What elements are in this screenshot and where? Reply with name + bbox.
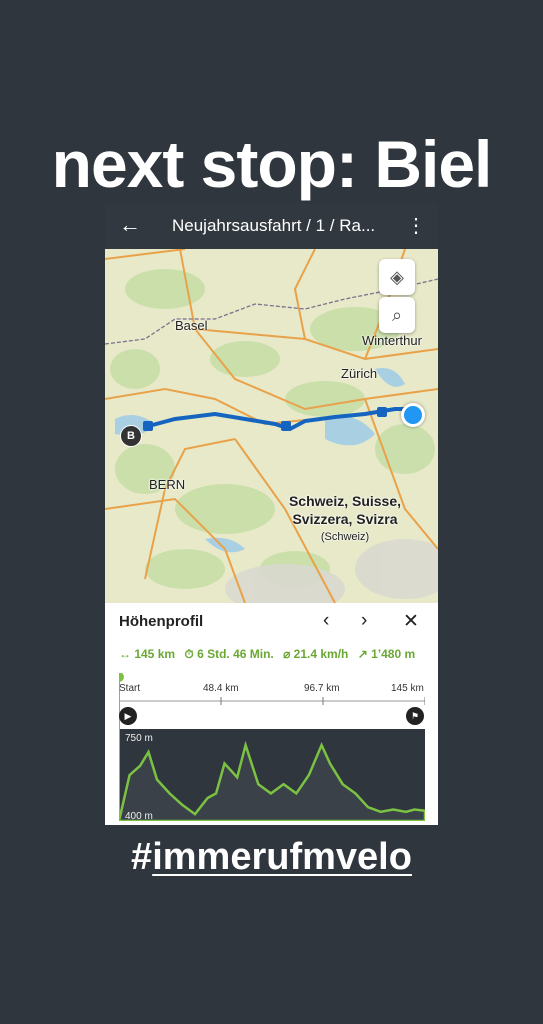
city-basel: Basel <box>175 318 208 333</box>
stat-speed: ⌀ 21.4 km/h <box>283 647 349 661</box>
chevron-left-icon[interactable]: ‹ <box>323 610 329 632</box>
layers-button[interactable]: ◈ <box>379 259 415 295</box>
country-sub: (Schweiz) <box>320 531 370 543</box>
city-winterthur: Winterthur <box>362 333 422 348</box>
story-hashtag[interactable]: #immerufmvelo <box>0 834 543 880</box>
story-headline: next stop: Biel <box>51 127 493 201</box>
map-search-button[interactable]: ⌕ <box>379 297 415 333</box>
profile-title: Höhenprofil <box>119 613 204 630</box>
route-stats: ↔ 145 km ⏱ 6 Std. 46 Min. ⌀ 21.4 km/h ↗ … <box>119 647 431 662</box>
route-map[interactable]: ◈ ⌕ Basel Winterthur Zürich BERN Schweiz… <box>105 249 438 603</box>
more-vertical-icon[interactable]: ⋮ <box>406 213 426 238</box>
scale-end: 145 km <box>391 683 424 694</box>
scale-1: 48.4 km <box>203 683 239 694</box>
hashtag-text: immerufmvelo <box>152 836 412 878</box>
route-title: Neujahrsausfahrt / 1 / Ra... <box>172 216 376 235</box>
hashtag-prefix: # <box>131 836 153 878</box>
country-label: Schweiz, Suisse, Svizzera, Svizra (Schwe… <box>275 492 415 546</box>
scale-start: Start <box>119 683 141 694</box>
arrow-left-icon[interactable]: ← <box>119 212 141 238</box>
app-bar: ← Neujahrsausfahrt / 1 / Ra... ⋮ <box>105 203 438 249</box>
elevation-chart[interactable] <box>119 673 425 821</box>
y-label-bottom: 400 m <box>125 811 153 822</box>
layers-icon: ◈ <box>390 266 404 287</box>
country-line-2: Svizzera, Svizra <box>292 511 398 527</box>
city-bern: BERN <box>149 477 186 492</box>
search-icon: ⌕ <box>391 304 403 325</box>
elevation-panel: Höhenprofil ‹ › ✕ ↔ 145 km ⏱ 6 Std. 46 M… <box>105 603 438 825</box>
route-end-marker[interactable]: B <box>120 425 142 447</box>
current-location-dot <box>401 403 425 427</box>
stat-ascent: ↗ 1’480 m <box>357 647 416 661</box>
close-icon[interactable]: ✕ <box>403 610 419 633</box>
stat-distance: ↔ 145 km <box>119 647 176 661</box>
stat-duration: ⏱ 6 Std. 46 Min. <box>184 647 274 661</box>
scale-2: 96.7 km <box>304 683 340 694</box>
play-icon[interactable]: ▶ <box>119 707 137 725</box>
finish-flag-icon[interactable]: ⚑ <box>406 707 424 725</box>
chevron-right-icon[interactable]: › <box>361 610 367 632</box>
y-label-top: 750 m <box>125 733 153 744</box>
phone-screenshot: ← Neujahrsausfahrt / 1 / Ra... ⋮ ◈ ⌕ Bas… <box>105 203 438 825</box>
country-line-1: Schweiz, Suisse, <box>288 493 402 509</box>
city-zurich: Zürich <box>341 366 378 381</box>
